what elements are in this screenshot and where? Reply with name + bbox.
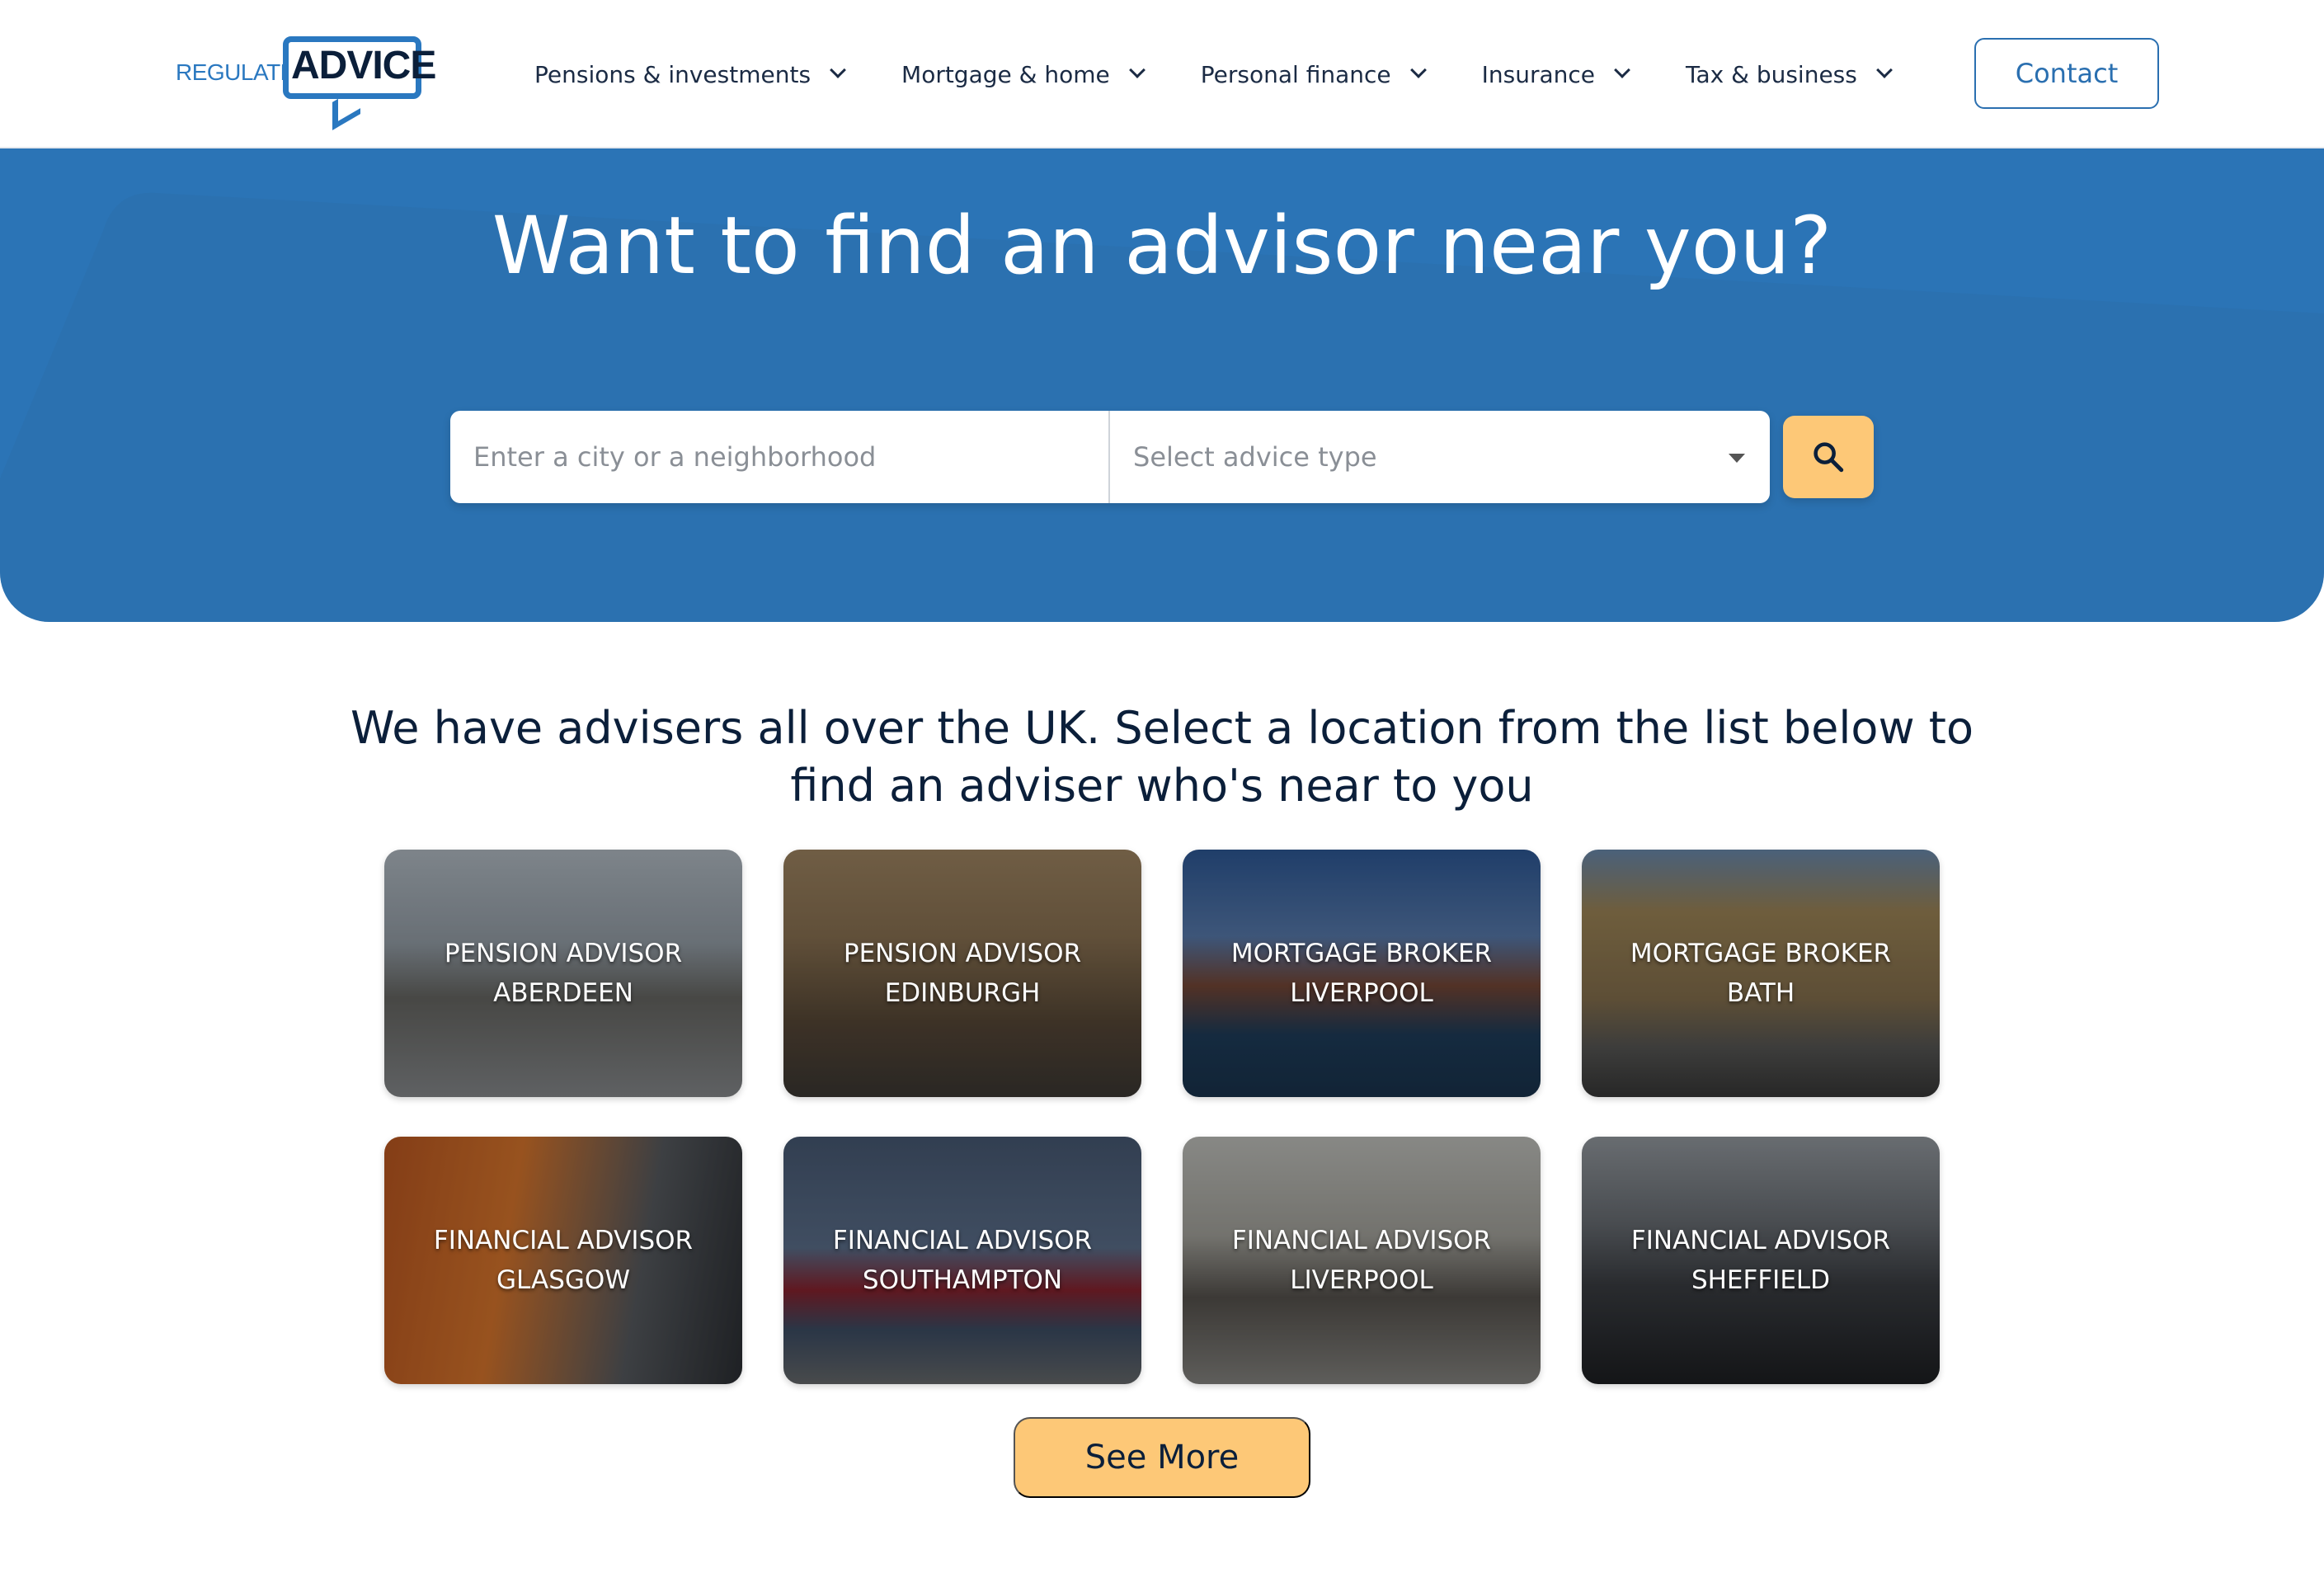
chevron-down-icon [1411, 64, 1424, 78]
intro-line-2: find an adviser who's near to you [790, 760, 1534, 812]
location-card-financial-advisor-glasgow[interactable]: FINANCIAL ADVISOR GLASGOW [384, 1137, 742, 1384]
nav-item-pensions-investments[interactable]: Pensions & investments [534, 61, 844, 88]
card-label: FINANCIAL ADVISOR GLASGOW [384, 1137, 742, 1384]
location-search-input[interactable] [450, 411, 1110, 503]
card-city: LIVERPOOL [1290, 978, 1433, 1008]
card-service: FINANCIAL ADVISOR [1630, 1226, 1891, 1255]
card-service: PENSION ADVISOR [444, 939, 683, 968]
contact-button[interactable]: Contact [1974, 38, 2159, 109]
hero-title: Want to find an advisor near you? [492, 200, 1832, 292]
location-card-mortgage-broker-bath[interactable]: MORTGAGE BROKER BATH [1582, 850, 1940, 1097]
card-service: MORTGAGE BROKER [1230, 939, 1493, 968]
card-service: FINANCIAL ADVISOR [433, 1226, 694, 1255]
advice-type-placeholder: Select advice type [1133, 441, 1377, 473]
card-service: FINANCIAL ADVISOR [1231, 1226, 1492, 1255]
card-service: MORTGAGE BROKER [1630, 939, 1892, 968]
nav-item-label: Insurance [1481, 60, 1595, 88]
nav-item-label: Pensions & investments [534, 60, 812, 88]
site-header: REGULATED ADVICE Pensions & investments … [0, 0, 2324, 148]
card-label: FINANCIAL ADVISOR SOUTHAMPTON [783, 1137, 1141, 1384]
location-card-financial-advisor-southampton[interactable]: FINANCIAL ADVISOR SOUTHAMPTON [783, 1137, 1141, 1384]
card-label: PENSION ADVISOR EDINBURGH [783, 850, 1141, 1097]
regulated-advice-logo[interactable]: REGULATED ADVICE [176, 33, 436, 130]
location-card-grid: PENSION ADVISOR ABERDEEN PENSION ADVISOR… [384, 850, 1941, 1386]
see-more-button[interactable]: See More [1014, 1417, 1310, 1498]
card-city: BATH [1726, 978, 1795, 1008]
nav-item-mortgage-home[interactable]: Mortgage & home [901, 61, 1143, 88]
chevron-down-icon [1130, 64, 1143, 78]
location-card-financial-advisor-liverpool[interactable]: FINANCIAL ADVISOR LIVERPOOL [1183, 1137, 1541, 1384]
search-button[interactable] [1783, 416, 1874, 498]
nav-item-tax-business[interactable]: Tax & business [1686, 61, 1890, 88]
nav-item-label: Personal finance [1200, 60, 1391, 88]
card-service: PENSION ADVISOR [843, 939, 1082, 968]
location-card-pension-advisor-edinburgh[interactable]: PENSION ADVISOR EDINBURGH [783, 850, 1141, 1097]
card-city: ABERDEEN [493, 978, 633, 1008]
card-city: EDINBURGH [884, 978, 1041, 1008]
intro-line-1: We have advisers all over the UK. Select… [350, 702, 1974, 754]
card-service: FINANCIAL ADVISOR [832, 1226, 1093, 1255]
location-card-mortgage-broker-liverpool[interactable]: MORTGAGE BROKER LIVERPOOL [1183, 850, 1541, 1097]
nav-item-personal-finance[interactable]: Personal finance [1201, 61, 1424, 88]
card-label: FINANCIAL ADVISOR LIVERPOOL [1183, 1137, 1541, 1384]
caret-down-icon [1729, 454, 1745, 463]
card-city: SHEFFIELD [1691, 1265, 1831, 1295]
nav-item-label: Tax & business [1685, 60, 1857, 88]
card-label: MORTGAGE BROKER LIVERPOOL [1183, 850, 1541, 1097]
hero-search-banner: Want to find an advisor near you? Select… [0, 148, 2324, 622]
card-city: GLASGOW [496, 1265, 630, 1295]
chevron-down-icon [830, 64, 844, 78]
card-label: PENSION ADVISOR ABERDEEN [384, 850, 742, 1097]
chevron-down-icon [1877, 64, 1890, 78]
search-bar: Select advice type [450, 411, 1770, 503]
chevron-down-icon [1615, 64, 1628, 78]
card-label: MORTGAGE BROKER BATH [1582, 850, 1940, 1097]
card-city: SOUTHAMPTON [862, 1265, 1063, 1295]
location-card-financial-advisor-sheffield[interactable]: FINANCIAL ADVISOR SHEFFIELD [1582, 1137, 1940, 1384]
nav-item-insurance[interactable]: Insurance [1482, 61, 1628, 88]
card-label: FINANCIAL ADVISOR SHEFFIELD [1582, 1137, 1940, 1384]
search-icon [1814, 442, 1844, 473]
nav-item-label: Mortgage & home [901, 60, 1110, 88]
locations-intro-text: We have advisers all over the UK. Select… [330, 699, 1994, 815]
advice-type-select[interactable]: Select advice type [1110, 411, 1770, 503]
card-city: LIVERPOOL [1290, 1265, 1433, 1295]
location-card-pension-advisor-aberdeen[interactable]: PENSION ADVISOR ABERDEEN [384, 850, 742, 1097]
main-nav: Pensions & investments Mortgage & home P… [534, 53, 1948, 96]
logo-text-big: ADVICE [291, 44, 436, 87]
